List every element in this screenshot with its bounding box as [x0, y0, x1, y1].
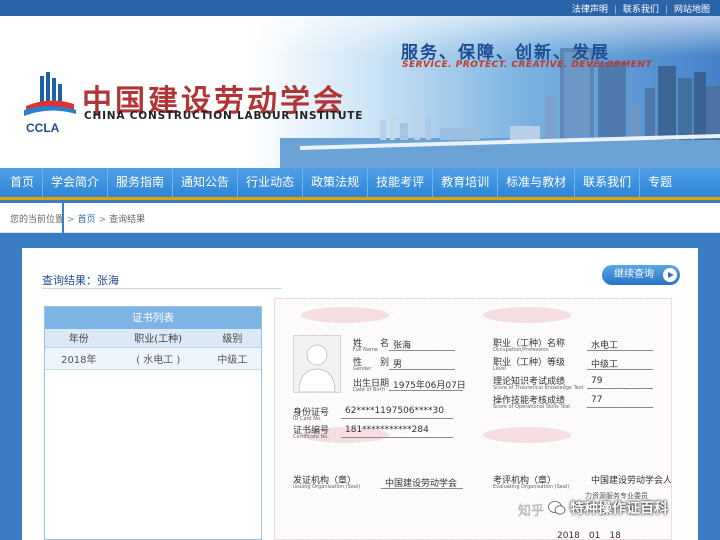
- slogan-english: SERVICE. PROTECT. CREATIVE. DEVELOPMENT: [402, 60, 653, 70]
- certificate-table: 年份 职业(工种) 级别 2018年 ( 水电工 ) 中级工: [45, 329, 261, 370]
- nav-standards[interactable]: 标准与教材: [498, 168, 576, 197]
- logo-building-icon: CCLA: [24, 72, 76, 135]
- continue-query-label: 继续查询: [614, 269, 654, 280]
- breadcrumb-home[interactable]: 首页: [78, 215, 96, 225]
- row-level: 中级工: [203, 347, 261, 370]
- table-row[interactable]: 2018年 ( 水电工 ) 中级工: [45, 347, 261, 370]
- breadcrumb-current: 查询结果: [109, 215, 146, 225]
- nav-policy[interactable]: 政策法规: [303, 168, 369, 197]
- nav-contact[interactable]: 联系我们: [575, 168, 641, 197]
- id-value: 62****1197506****30: [345, 406, 444, 416]
- nav-education[interactable]: 教育培训: [433, 168, 499, 197]
- nav-topics[interactable]: 专题: [640, 168, 680, 197]
- nav-skill-assessment[interactable]: 技能考评: [368, 168, 434, 197]
- contact-us-link[interactable]: 联系我们: [617, 5, 665, 15]
- logo-abbreviation: CCLA: [26, 121, 60, 135]
- main-nav: 首页 学会简介 服务指南 通知公告 行业动态 政策法规 技能考评 教育培训 标准…: [0, 168, 720, 200]
- row-year: 2018年: [45, 347, 113, 370]
- skill-score-value: 77: [591, 395, 603, 405]
- column-year: 年份: [45, 329, 113, 348]
- nav-industry-news[interactable]: 行业动态: [238, 168, 304, 197]
- legal-statement-link[interactable]: 法律声明: [566, 5, 614, 15]
- nav-home[interactable]: 首页: [0, 168, 44, 197]
- certificate-list-heading: 证书列表: [45, 307, 261, 329]
- nav-service-guide[interactable]: 服务指南: [108, 168, 174, 197]
- top-bar: 法律声明 | 联系我们 | 网站地图: [0, 0, 720, 16]
- issue-date: 2018 01 18: [557, 531, 621, 540]
- wechat-icon: [548, 501, 566, 515]
- continue-query-button[interactable]: 继续查询: [602, 265, 680, 285]
- nav-about[interactable]: 学会简介: [43, 168, 109, 197]
- certificate-list: 证书列表 年份 职业(工种) 级别 2018年 ( 水电工 ) 中级工: [44, 306, 262, 540]
- theory-score-value: 79: [591, 376, 603, 386]
- breadcrumb: 您的当前位置 > 首页 > 查询结果: [0, 203, 720, 233]
- site-map-link[interactable]: 网站地图: [668, 5, 716, 15]
- watermark-text: 特种操作证百科: [570, 501, 668, 517]
- play-icon: [663, 268, 677, 282]
- result-title: 查询结果：张海: [42, 274, 119, 287]
- zhihu-mark: 知乎: [518, 504, 545, 519]
- result-panel: 查询结果：张海 继续查询 证书列表 年份 职业(工种) 级别 2018年 ( 水…: [22, 248, 698, 540]
- logo-english-name: CHINA CONSTRUCTION LABOUR INSTITUTE: [84, 110, 364, 122]
- column-job: 职业(工种): [112, 329, 204, 348]
- table-header-row: 年份 职业(工种) 级别: [45, 329, 261, 348]
- row-job: ( 水电工 ): [112, 347, 204, 370]
- column-level: 级别: [203, 329, 261, 348]
- top-links: 法律声明 | 联系我们 | 网站地图: [566, 2, 716, 15]
- evaluator-value-line1: 中国建设劳动学会人: [591, 476, 672, 486]
- person-silhouette-icon: [298, 344, 336, 393]
- certificate-number-value: 181***********284: [345, 425, 429, 435]
- breadcrumb-prefix: 您的当前位置: [10, 215, 65, 225]
- photo-placeholder: [293, 335, 341, 393]
- site-header: 服务、保障、创新、发展 SERVICE. PROTECT. CREATIVE. …: [0, 16, 720, 168]
- nav-notices[interactable]: 通知公告: [173, 168, 239, 197]
